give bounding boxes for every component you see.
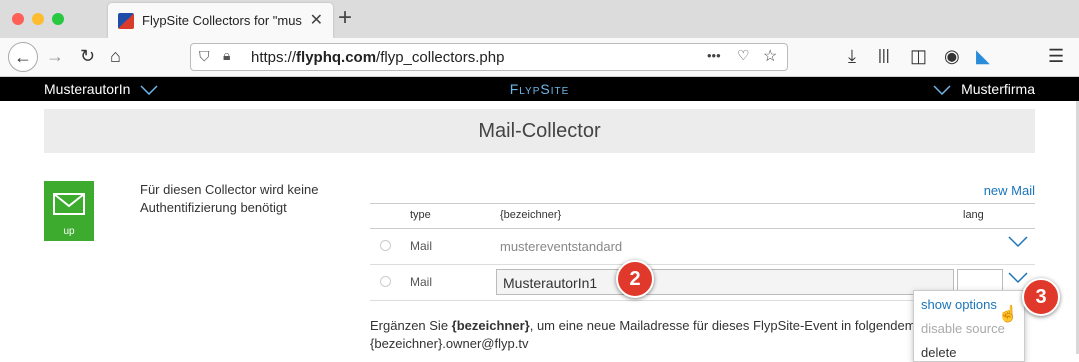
column-header-lang: lang bbox=[963, 209, 984, 221]
app-header: MusterautorIn FlypSite Musterfirma bbox=[0, 77, 1079, 101]
help-bold: {bezeichner} bbox=[451, 318, 530, 333]
row-name: mustereventstandard bbox=[500, 239, 623, 254]
firm-chevron-down-icon bbox=[933, 85, 951, 96]
shield-icon[interactable]: ⛉ bbox=[199, 48, 210, 65]
help-line-2: {bezeichner}.owner@flyp.tv bbox=[370, 336, 529, 351]
row-radio[interactable] bbox=[380, 276, 391, 287]
hand-cursor-icon: ☝ bbox=[998, 306, 1018, 323]
forward-arrow-icon[interactable]: → bbox=[46, 46, 64, 66]
reload-icon[interactable]: ↻ bbox=[80, 46, 95, 66]
url-scheme: https:// bbox=[251, 49, 297, 66]
mail-collector-tile[interactable]: up bbox=[44, 181, 94, 241]
url-text[interactable]: https://flyphq.com/flyp_collectors.php bbox=[251, 49, 504, 66]
table-row: Mail mustereventstandard bbox=[370, 228, 1035, 265]
new-mail-link[interactable]: new Mail bbox=[984, 183, 1035, 198]
firm-menu[interactable]: Musterfirma bbox=[933, 81, 1035, 97]
account-icon[interactable]: ◉ bbox=[944, 46, 960, 66]
back-arrow-icon[interactable]: ← bbox=[8, 42, 38, 72]
row-chevron-down-icon[interactable] bbox=[1008, 272, 1028, 284]
bezeichner-input[interactable]: MusterautorIn1 bbox=[496, 269, 954, 295]
pocket-icon[interactable]: ♡ bbox=[737, 47, 750, 64]
tab-bar: FlypSite Collectors for "musterf ✕ + bbox=[0, 0, 1079, 39]
download-icon[interactable]: ⤓ bbox=[848, 46, 856, 66]
mail-tile-label: up bbox=[63, 226, 75, 237]
help-text: Ergänzen Sie {bezeichner}, um eine neue … bbox=[370, 317, 916, 353]
bookmark-star-icon[interactable]: ☆ bbox=[763, 46, 777, 66]
lock-icon[interactable]: 🔒︎ bbox=[223, 47, 230, 64]
page-actions-icon[interactable]: ••• bbox=[707, 48, 721, 63]
url-domain: flyphq.com bbox=[296, 49, 377, 66]
step-badge-2: 2 bbox=[616, 260, 654, 298]
close-window-button[interactable] bbox=[12, 13, 24, 25]
page-title: Mail-Collector bbox=[478, 120, 601, 142]
new-tab-button[interactable]: + bbox=[338, 4, 352, 32]
flypsite-favicon-icon bbox=[118, 13, 134, 29]
brand-logo[interactable]: FlypSite bbox=[0, 81, 1079, 97]
tab-title: FlypSite Collectors for "musterf bbox=[142, 13, 302, 28]
url-path: /flyp_collectors.php bbox=[376, 49, 505, 66]
show-options-item[interactable]: show options bbox=[921, 297, 997, 312]
tab-close-icon[interactable]: ✕ bbox=[310, 10, 323, 30]
envelope-icon bbox=[53, 193, 85, 215]
row-radio[interactable] bbox=[380, 240, 391, 251]
help-line-1: Ergänzen Sie {bezeichner}, um eine neue … bbox=[370, 317, 916, 335]
row-chevron-down-icon[interactable] bbox=[1008, 236, 1028, 248]
collector-description: Für diesen Collector wird keine Authenti… bbox=[140, 182, 319, 215]
table-header: type {bezeichner} lang bbox=[370, 203, 1035, 229]
firm-name: Musterfirma bbox=[961, 81, 1035, 97]
extension-bird-icon[interactable]: ◣ bbox=[976, 46, 990, 66]
menu-hamburger-icon[interactable]: ☰ bbox=[1048, 46, 1064, 66]
disable-source-item[interactable]: disable source bbox=[921, 321, 1005, 336]
help-prefix: Ergänzen Sie bbox=[370, 318, 452, 333]
help-suffix: , um eine neue Mailadresse für dieses Fl… bbox=[529, 318, 916, 333]
library-icon[interactable]: ||| bbox=[878, 46, 890, 66]
row-type: Mail bbox=[410, 275, 433, 289]
zoom-window-button[interactable] bbox=[52, 13, 64, 25]
step-badge-3: 3 bbox=[1022, 278, 1060, 316]
browser-tab[interactable]: FlypSite Collectors for "musterf ✕ bbox=[108, 3, 333, 38]
navigation-bar: ← → ↻ ⌂ ⛉ 🔒︎ https://flyphq.com/flyp_col… bbox=[0, 38, 1079, 101]
row-options-menu: show options disable source delete bbox=[913, 290, 1025, 362]
page-title-bar: Mail-Collector bbox=[44, 109, 1035, 153]
column-header-type: type bbox=[410, 209, 431, 221]
row-type: Mail bbox=[410, 239, 433, 253]
delete-item[interactable]: delete bbox=[921, 345, 956, 360]
minimize-window-button[interactable] bbox=[32, 13, 44, 25]
column-header-name: {bezeichner} bbox=[500, 209, 562, 221]
url-bar[interactable]: ⛉ 🔒︎ https://flyphq.com/flyp_collectors.… bbox=[190, 43, 788, 71]
home-icon[interactable]: ⌂ bbox=[110, 46, 121, 66]
sidebar-icon[interactable]: ◫ bbox=[910, 46, 927, 66]
